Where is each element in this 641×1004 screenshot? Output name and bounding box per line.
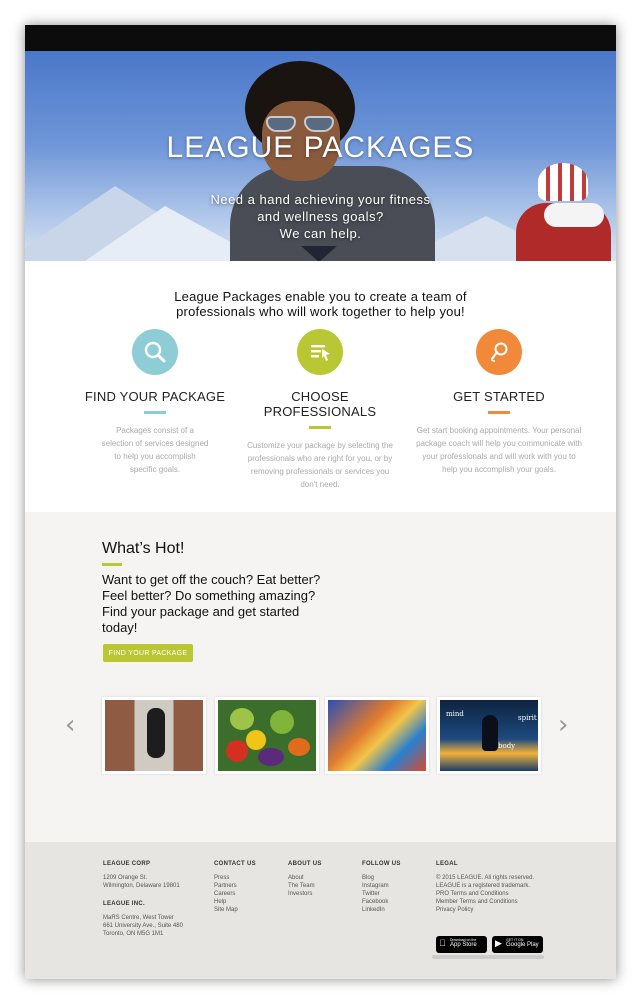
feature-description: Get start booking appointments. Your per… [416,426,582,474]
feature-description: Packages consist of a selection of servi… [101,426,209,474]
footer-text: MaRS Centre, West Tower [103,915,174,921]
whistle-icon [476,329,522,375]
footer-text: 661 University Ave., Suite 480 [103,923,183,929]
footer-heading: LEGAL [436,861,458,867]
badge-label: Google Play [506,942,539,948]
runner-image [105,700,203,771]
hero-notch-arrow [301,246,337,261]
carousel-item-yoga[interactable]: mind spirit body [437,697,541,774]
footer-link[interactable]: Instagram [362,882,401,890]
footer-link[interactable]: Member Terms and Conditions [436,898,534,906]
yoga-image: mind spirit body [440,700,538,771]
footer-text: 1209 Orange St. [103,875,148,881]
image-word: spirit [518,714,537,722]
top-bar [25,25,616,51]
footer-link[interactable]: Help [214,898,256,906]
apple-icon:  [439,939,446,948]
image-word: body [498,742,516,750]
footer-col-corp: LEAGUE CORP 1209 Orange St. Wilmington, … [103,860,183,938]
footer-link[interactable]: Facebook [362,898,401,906]
feature-find-package[interactable]: FIND YOUR PACKAGE Packages consist of a … [70,329,240,476]
carousel-prev-arrow-icon[interactable]: ‹ [65,710,75,740]
footer-text: Toronto, ON M5G 1M1 [103,931,164,937]
footer-col-about: ABOUT US About The Team Investors [288,860,322,898]
footer-link[interactable]: Partners [214,882,256,890]
footer-link[interactable]: About [288,874,322,882]
footer-text: © 2015 LEAGUE. All rights reserved. [436,875,535,881]
footer-heading: LEAGUE INC. [103,901,145,907]
carousel-item-runner[interactable] [102,697,206,774]
badge-label: App Store [450,942,477,948]
footer-text: LEAGUE is a registered trademark. [436,883,531,889]
app-badges:  Download on the App Store ▶ GET IT ON … [436,936,544,954]
feature-title: FIND YOUR PACKAGE [84,389,226,404]
footer-link[interactable]: Blog [362,874,401,882]
carousel-item-paint[interactable] [325,697,429,774]
feature-title: CHOOSE PROFESSIONALS [263,389,377,419]
feature-get-started[interactable]: GET STARTED Get start booking appointmen… [414,329,584,476]
find-your-package-button[interactable]: FIND YOUR PACKAGE [103,644,193,662]
hero-banner: LEAGUE PACKAGES Need a hand achieving yo… [25,51,616,261]
vegetables-image [218,700,316,771]
footer-link[interactable]: LinkedIn [362,906,401,914]
footer-col-contact: CONTACT US Press Partners Careers Help S… [214,860,256,914]
whats-hot-title: What’s Hot! [102,540,185,557]
footer-link[interactable]: Privacy Policy [436,906,534,914]
footer-heading: FOLLOW US [362,861,401,867]
feature-underline [309,426,331,429]
list-cursor-icon [297,329,343,375]
footer-link[interactable]: PRO Terms and Conditions [436,890,534,898]
image-word: mind [446,710,464,718]
whats-hot-underline [102,563,122,566]
footer-link[interactable]: Investors [288,890,322,898]
hero-title: LEAGUE PACKAGES [166,131,475,164]
feature-underline [488,411,510,414]
footer-link[interactable]: Twitter [362,890,401,898]
hero-subtitle-line: We can help. [279,226,362,241]
badge-shadow-bar [432,955,544,959]
footer-col-follow: FOLLOW US Blog Instagram Twitter Faceboo… [362,860,401,914]
hero-subtitle-line: Need a hand achieving your fitness [210,192,431,207]
hero-subtitle-line: and wellness goals? [257,209,384,224]
hero-subtitle: Need a hand achieving your fitness and w… [25,191,616,242]
whats-hot-section: What’s Hot! Want to get off the couch? E… [25,512,616,842]
feature-title: GET STARTED [453,389,545,404]
footer: LEAGUE CORP 1209 Orange St. Wilmington, … [25,842,616,979]
feature-underline [144,411,166,414]
intro-text: League Packages enable you to create a t… [174,289,467,319]
footer-heading: ABOUT US [288,861,322,867]
footer-heading: CONTACT US [214,861,256,867]
footer-text: Wilmington, Delaware 19801 [103,883,180,889]
footer-link[interactable]: Site Map [214,906,256,914]
carousel-next-arrow-icon[interactable]: › [558,710,568,740]
footer-heading: LEAGUE CORP [103,861,151,867]
footer-col-legal: LEGAL © 2015 LEAGUE. All rights reserved… [436,860,534,914]
feature-description: Customize your package by selecting the … [247,441,393,489]
google-play-badge[interactable]: ▶ GET IT ON Google Play [492,936,543,953]
app-store-badge[interactable]:  Download on the App Store [436,936,487,953]
paint-image [328,700,426,771]
features-row: FIND YOUR PACKAGE Packages consist of a … [25,329,616,499]
play-icon: ▶ [495,938,502,948]
footer-link[interactable]: Careers [214,890,256,898]
whats-hot-text: Want to get off the couch? Eat better? F… [102,572,321,635]
page-frame: LEAGUE PACKAGES Need a hand achieving yo… [25,25,616,979]
carousel-item-vegetables[interactable] [215,697,319,774]
footer-link[interactable]: Press [214,874,256,882]
footer-link[interactable]: The Team [288,882,322,890]
magnifier-icon [132,329,178,375]
feature-choose-professionals[interactable]: CHOOSE PROFESSIONALS Customize your pack… [235,329,405,491]
